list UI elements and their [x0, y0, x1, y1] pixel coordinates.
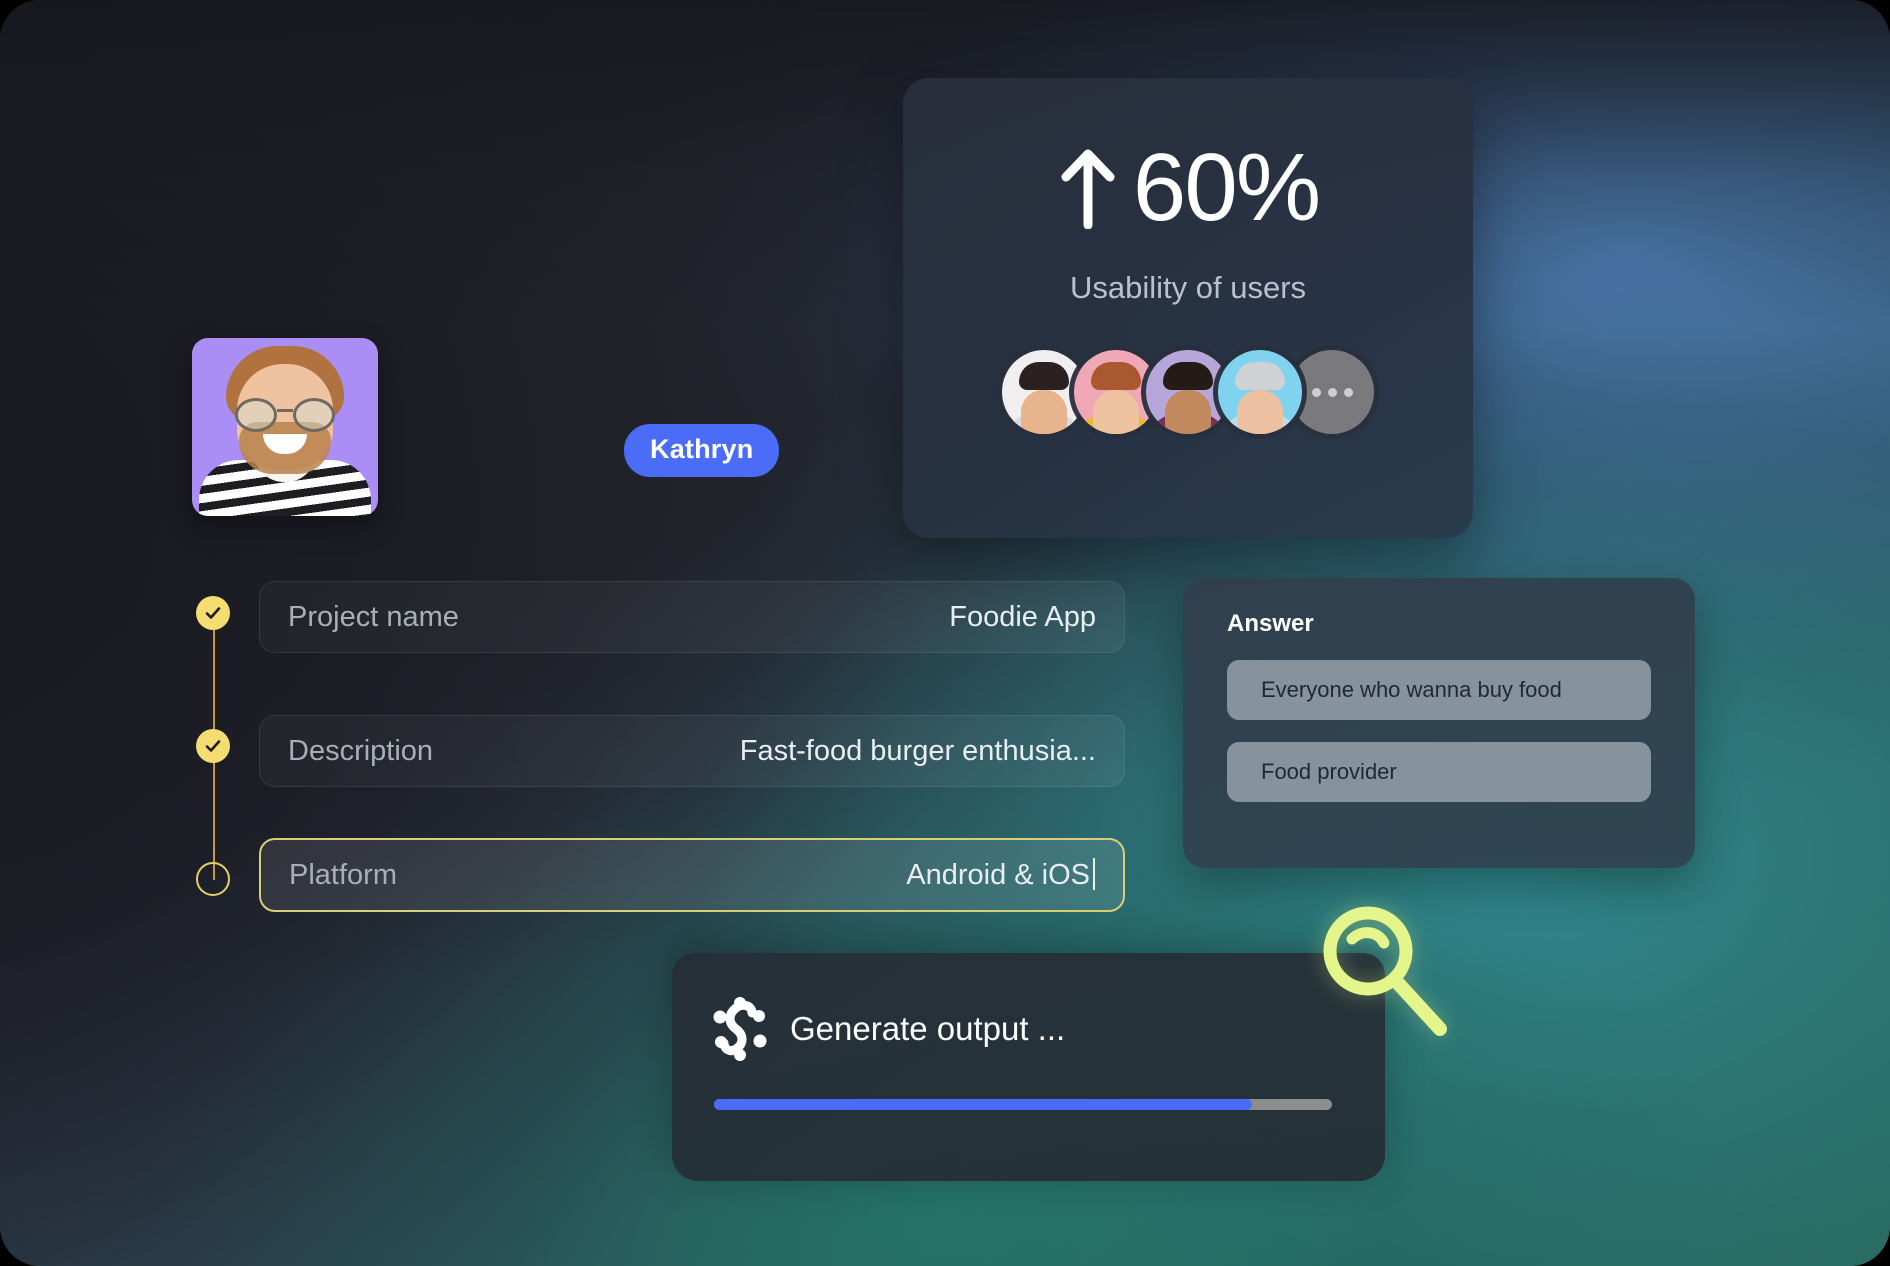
timeline-step-3-pending[interactable] — [196, 862, 230, 896]
collaborator-name-tag: Kathryn — [624, 424, 780, 477]
field-value-platform: Android & iOS — [906, 858, 1095, 892]
check-icon — [205, 740, 221, 752]
more-avatars-button[interactable] — [1290, 350, 1374, 434]
generate-progress-track[interactable] — [714, 1099, 1332, 1110]
app-canvas: 60% Usability of users Kathryn Project n… — [0, 0, 1890, 1266]
generate-output-label: Generate output ... — [790, 1010, 1066, 1047]
check-icon — [205, 607, 221, 619]
spiral-logo-icon — [713, 997, 767, 1061]
usability-percent-value: 60% — [1132, 134, 1321, 241]
avatar-4[interactable] — [1218, 350, 1302, 434]
magnifier-icon — [1323, 906, 1447, 1036]
glasses-icon — [233, 398, 337, 432]
avatar-group — [903, 350, 1473, 434]
progress-timeline — [196, 596, 232, 896]
dot-icon — [1311, 387, 1321, 397]
arrow-up-icon — [1061, 149, 1115, 229]
field-label-description: Description — [288, 734, 434, 767]
answer-option-1[interactable]: Everyone who wanna buy food — [1227, 660, 1651, 720]
answer-option-2[interactable]: Food provider — [1227, 742, 1651, 802]
profile-photo[interactable] — [192, 338, 378, 516]
field-label-project-name: Project name — [288, 600, 459, 633]
dot-icon — [1327, 387, 1337, 397]
usability-card: 60% Usability of users — [903, 78, 1473, 538]
field-label-platform: Platform — [289, 858, 397, 891]
generate-output-panel: Generate output ... — [672, 953, 1385, 1181]
field-value-description: Fast-food burger enthusia... — [739, 734, 1096, 767]
field-value-project-name: Foodie App — [949, 600, 1096, 633]
answer-card: Answer Everyone who wanna buy food Food … — [1183, 578, 1695, 868]
generate-progress-fill — [714, 1099, 1252, 1110]
dot-icon — [1343, 387, 1353, 397]
usability-percent-row: 60% — [903, 78, 1473, 236]
field-value-platform-text: Android & iOS — [906, 859, 1090, 891]
generate-header: Generate output ... — [712, 997, 1345, 1061]
field-project-name[interactable]: Project name Foodie App — [259, 581, 1125, 653]
field-description[interactable]: Description Fast-food burger enthusia... — [259, 715, 1125, 787]
answer-title: Answer — [1227, 610, 1314, 637]
timeline-step-2-done[interactable] — [196, 729, 230, 763]
timeline-step-1-done[interactable] — [196, 596, 230, 630]
usability-caption: Usability of users — [1069, 270, 1307, 305]
field-platform[interactable]: Platform Android & iOS — [259, 838, 1125, 912]
text-caret — [1093, 858, 1095, 890]
